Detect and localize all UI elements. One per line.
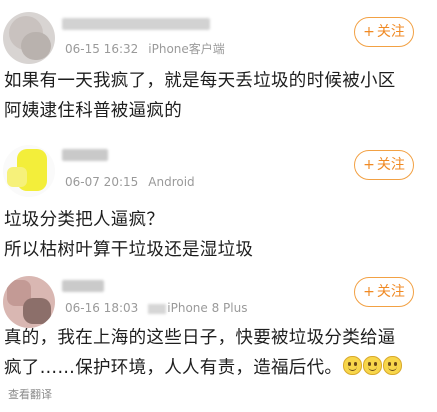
comment-line: 阿姨逮住科普被逼疯的 <box>4 101 182 121</box>
plus-icon: + <box>363 157 375 173</box>
comment-item: 06-07 20:15 Android + 关注 垃圾分类把人逼疯？ 所以枯树叶算干… <box>0 133 437 262</box>
follow-button[interactable]: + 关注 <box>354 17 414 47</box>
comment-text: 真的，我在上海的这些日子，快要被垃圾分类给逼 疯了……保护环境，人人有责，造福后… <box>4 323 429 383</box>
comment-item: 06-16 18:03 iPhone 8 Plus + 关注 真的，我在上海的这些日… <box>0 262 437 412</box>
comment-item: 06-15 16:32 iPhone客户端 + 关注 如果有一天我疯了，就是每天丢垃… <box>0 0 437 133</box>
comment-line-text: 疯了……保护环境，人人有责，造福后代。 <box>4 358 343 378</box>
avatar[interactable] <box>3 145 55 197</box>
post-client: iPhone客户端 <box>148 42 225 56</box>
client-prefix-blurred <box>148 303 167 314</box>
follow-button[interactable]: + 关注 <box>354 150 414 180</box>
smile-emoji-icon <box>383 356 403 375</box>
comment-line: 真的，我在上海的这些日子，快要被垃圾分类给逼 <box>4 328 396 348</box>
username-blurred[interactable] <box>62 149 108 161</box>
post-meta: 06-16 18:03 iPhone 8 Plus <box>65 301 247 315</box>
comment-line: 疯了……保护环境，人人有责，造福后代。 <box>4 353 429 383</box>
follow-label: 关注 <box>376 284 405 300</box>
post-time: 06-16 18:03 <box>65 301 139 315</box>
smile-emoji-icon <box>343 356 363 375</box>
smile-emoji-icon <box>363 356 383 375</box>
username-blurred[interactable] <box>62 18 210 30</box>
follow-button[interactable]: + 关注 <box>354 277 414 307</box>
see-translation-link[interactable]: 查看翻译 <box>8 386 52 402</box>
comment-text: 垃圾分类把人逼疯？ 所以枯树叶算干垃圾还是湿垃圾 <box>4 205 429 265</box>
follow-label: 关注 <box>376 24 405 40</box>
post-time: 06-07 20:15 <box>65 175 139 189</box>
post-client: Android <box>148 175 195 189</box>
comment-line: 如果有一天我疯了，就是每天丢垃圾的时候被小区 <box>4 71 396 91</box>
comment-line: 垃圾分类把人逼疯？ <box>4 210 165 230</box>
username-blurred[interactable] <box>62 280 104 292</box>
plus-icon: + <box>363 284 375 300</box>
avatar[interactable] <box>3 276 55 328</box>
post-client: iPhone 8 Plus <box>167 301 248 315</box>
follow-label: 关注 <box>376 157 405 173</box>
avatar[interactable] <box>3 12 55 64</box>
post-meta: 06-15 16:32 iPhone客户端 <box>65 40 225 57</box>
comment-text: 如果有一天我疯了，就是每天丢垃圾的时候被小区 阿姨逮住科普被逼疯的 <box>4 66 429 126</box>
post-time: 06-15 16:32 <box>65 42 139 56</box>
plus-icon: + <box>363 24 375 40</box>
post-meta: 06-07 20:15 Android <box>65 175 195 189</box>
comment-line: 所以枯树叶算干垃圾还是湿垃圾 <box>4 240 254 260</box>
